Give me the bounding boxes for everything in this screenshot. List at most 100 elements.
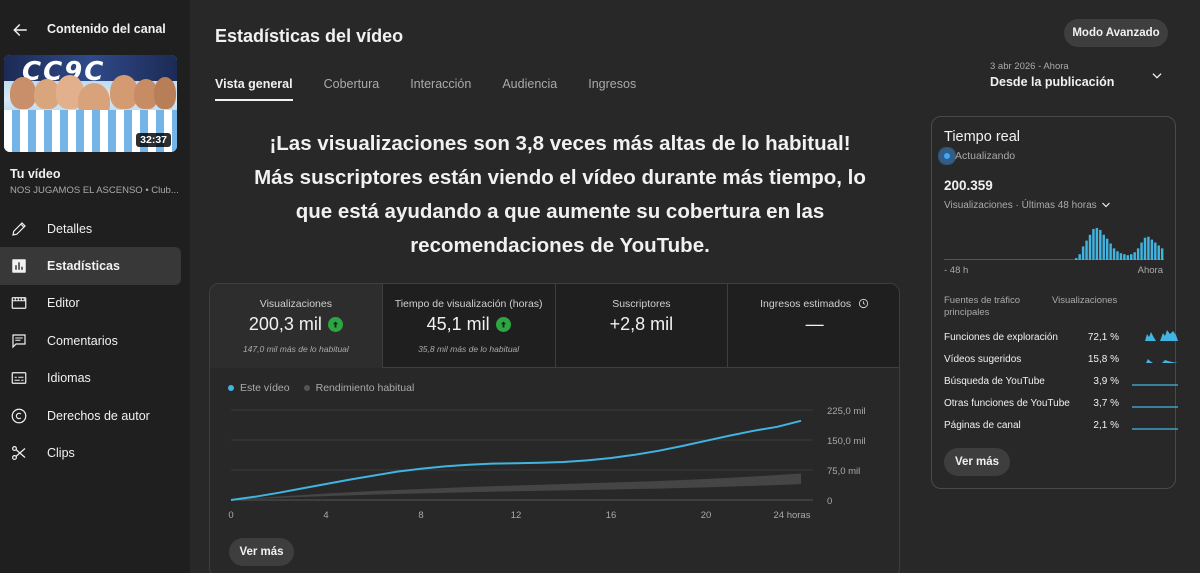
- metric-label: Ingresos estimados: [760, 298, 852, 310]
- realtime-bar: [1109, 243, 1112, 260]
- tab-overview[interactable]: Vista general: [215, 77, 293, 103]
- scissors-icon: [9, 443, 29, 463]
- sidebar-item-languages[interactable]: Idiomas: [0, 360, 190, 397]
- realtime-bar-chart: [944, 228, 1164, 260]
- legend-label: Rendimiento habitual: [315, 382, 415, 394]
- sidebar-item-details[interactable]: Detalles: [0, 210, 190, 247]
- tab-engagement[interactable]: Interacción: [410, 77, 471, 103]
- x-tick-label: 16: [606, 510, 617, 521]
- y-tick-label: 75,0 mil: [827, 466, 860, 477]
- thumbnail-person: [154, 77, 176, 109]
- realtime-bar: [1147, 236, 1150, 260]
- realtime-bar: [1143, 237, 1147, 260]
- realtime-card: Tiempo real Actualizando 200.359 Visuali…: [931, 116, 1178, 489]
- realtime-bar: [1126, 255, 1130, 260]
- y-tick-label: 150,0 mil: [827, 436, 866, 447]
- analytics-icon: [9, 256, 29, 276]
- realtime-bar: [1105, 238, 1109, 260]
- metric-value-row: 45,1 mil: [383, 314, 555, 335]
- y-tick-label: 225,0 mil: [827, 406, 866, 417]
- metric-revenue[interactable]: Ingresos estimados —: [728, 284, 899, 368]
- metric-watch-time[interactable]: Tiempo de visualización (horas) 45,1 mil…: [382, 284, 556, 368]
- y-tick-label: 0: [827, 496, 832, 507]
- sidebar-item-copyright[interactable]: Derechos de autor: [0, 397, 190, 434]
- realtime-bar: [1075, 258, 1078, 260]
- traffic-source-row[interactable]: Vídeos sugeridos 15,8 %: [944, 354, 1178, 376]
- realtime-bar: [1154, 242, 1157, 260]
- realtime-bar: [1092, 228, 1095, 260]
- realtime-bar: [1099, 229, 1102, 260]
- realtime-period-selector[interactable]: Visualizaciones · Últimas 48 horas: [944, 199, 1112, 211]
- clock-icon: [859, 298, 869, 309]
- sidebar-item-analytics[interactable]: Estadísticas: [0, 247, 181, 285]
- realtime-see-more-button[interactable]: Ver más: [944, 448, 1010, 476]
- traffic-source-name: Búsqueda de YouTube: [944, 376, 1045, 387]
- realtime-bar: [1136, 248, 1140, 260]
- metric-views[interactable]: Visualizaciones 200,3 mil 147,0 mil más …: [210, 284, 383, 368]
- realtime-bar: [1081, 246, 1085, 260]
- traffic-sparkline: [1132, 330, 1178, 341]
- main-content: Estadísticas del vídeo Modo Avanzado Vis…: [190, 0, 1200, 573]
- date-range-selector[interactable]: 3 abr 2026 - Ahora Desde la publicación: [990, 61, 1168, 95]
- metric-label: Visualizaciones: [259, 298, 332, 310]
- metric-label-row: Ingresos estimados: [728, 298, 899, 310]
- advanced-mode-button[interactable]: Modo Avanzado: [1064, 19, 1168, 47]
- metric-note: 147,0 mil más de lo habitual: [242, 344, 349, 354]
- x-tick-label: 24 horas: [774, 510, 811, 521]
- metric-label: Suscriptores: [612, 298, 671, 310]
- tab-reach[interactable]: Cobertura: [324, 77, 380, 103]
- traffic-source-row[interactable]: Páginas de canal 2,1 %: [944, 420, 1178, 442]
- metric-subscribers[interactable]: Suscriptores +2,8 mil: [555, 284, 729, 368]
- sidebar-header: Contenido del canal: [0, 14, 190, 46]
- copyright-icon: [9, 406, 29, 426]
- realtime-bar: [1102, 234, 1105, 260]
- legend-item-this-video: Este vídeo: [228, 382, 290, 394]
- sidebar-item-comments[interactable]: Comentarios: [0, 322, 190, 359]
- traffic-sources-header: Fuentes de tráfico principales: [944, 295, 1021, 318]
- thumbnail-person: [10, 77, 36, 109]
- traffic-source-percent: 3,7 %: [1093, 398, 1119, 409]
- pencil-icon: [9, 219, 29, 239]
- metrics-card: Visualizaciones 200,3 mil 147,0 mil más …: [209, 283, 900, 573]
- traffic-source-percent: 72,1 %: [1087, 332, 1119, 343]
- sidebar-item-label: Comentarios: [47, 333, 118, 348]
- traffic-source-name: Vídeos sugeridos: [944, 354, 1022, 365]
- realtime-bar: [1095, 228, 1099, 260]
- x-tick-label: 20: [701, 510, 712, 521]
- tab-audience[interactable]: Audiencia: [502, 77, 557, 103]
- chevron-down-icon: [1150, 69, 1164, 88]
- metric-row: Visualizaciones 200,3 mil 147,0 mil más …: [210, 284, 899, 368]
- page-title: Estadísticas del vídeo: [215, 26, 404, 46]
- sidebar-item-label: Detalles: [47, 221, 93, 236]
- video-thumbnail[interactable]: CC9C 32:37: [4, 55, 177, 152]
- legend-label: Este vídeo: [240, 382, 290, 394]
- realtime-bar: [1078, 254, 1081, 260]
- traffic-sparkline: [1132, 428, 1178, 430]
- metric-value: 200,3 mil: [248, 314, 322, 334]
- realtime-bar: [1116, 251, 1119, 260]
- legend-dot: [228, 385, 234, 391]
- realtime-bar: [1150, 239, 1154, 260]
- back-arrow-icon[interactable]: [8, 18, 32, 42]
- subtitles-icon: [9, 368, 29, 388]
- arrow-up-icon: [327, 317, 343, 332]
- legend-item-typical: Rendimiento habitual: [303, 382, 415, 394]
- see-more-button[interactable]: Ver más: [229, 538, 294, 566]
- x-tick-label: 12: [511, 510, 522, 521]
- traffic-source-name: Otras funciones de YouTube: [944, 398, 1070, 409]
- traffic-source-row[interactable]: Búsqueda de YouTube 3,9 %: [944, 376, 1178, 398]
- sidebar-item-label: Clips: [47, 446, 75, 461]
- traffic-source-row[interactable]: Funciones de exploración 72,1 %: [944, 330, 1178, 354]
- metric-value-row: +2,8 mil: [556, 314, 728, 335]
- realtime-title: Tiempo real: [944, 129, 1021, 145]
- sidebar-item-editor[interactable]: Editor: [0, 285, 190, 322]
- traffic-sparkline: [1132, 384, 1178, 386]
- tab-revenue[interactable]: Ingresos: [588, 77, 636, 103]
- traffic-source-row[interactable]: Otras funciones de YouTube 3,7 %: [944, 398, 1178, 420]
- channel-content-title[interactable]: Contenido del canal: [47, 22, 166, 36]
- realtime-bar: [1123, 254, 1126, 260]
- sidebar-nav: Detalles Estadísticas Editor Comentarios…: [0, 210, 190, 472]
- realtime-bar: [1085, 240, 1088, 260]
- sidebar-item-clips[interactable]: Clips: [0, 434, 190, 471]
- realtime-bar: [1112, 248, 1116, 260]
